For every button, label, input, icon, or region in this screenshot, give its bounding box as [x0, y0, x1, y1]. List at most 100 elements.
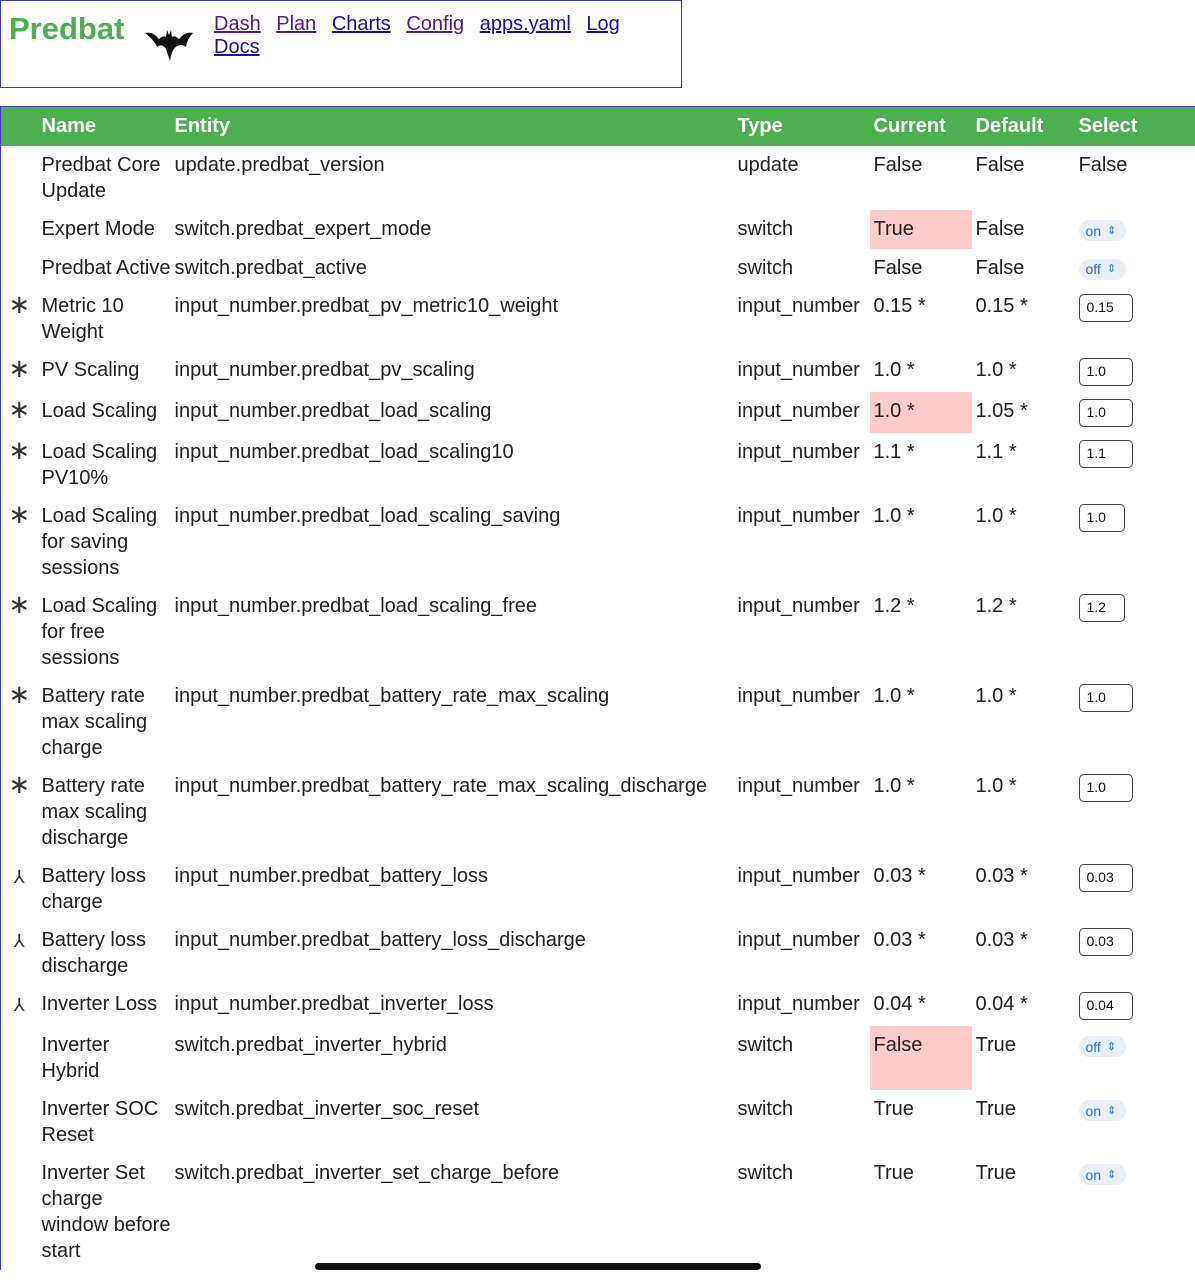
number-input[interactable]: 1.0: [1078, 684, 1133, 712]
bat-icon: [145, 30, 193, 61]
table-row: Predbat Active switch.predbat_active switc…: [1, 249, 1195, 288]
row-select-cell: 0.03: [1075, 857, 1195, 921]
row-type: switch: [737, 1034, 794, 1056]
row-entity: input_number.predbat_load_scaling_saving: [174, 505, 561, 527]
row-type: input_number: [737, 441, 860, 463]
row-current: True: [869, 210, 972, 249]
switch-select[interactable]: on ⇕: [1078, 220, 1127, 241]
header-box: Predbat Dash Plan Charts Config apps.yam…: [0, 0, 682, 88]
row-current: 1.1 *: [873, 441, 915, 463]
asterisk-icon: ∗: [8, 289, 31, 319]
table-row: Predbat Core Update update.predbat_versio…: [1, 146, 1195, 210]
row-entity: input_number.predbat_inverter_loss: [174, 993, 494, 1015]
row-name: Load Scaling for free sessions: [41, 595, 158, 669]
asterisk-icon: ∗: [8, 499, 31, 529]
updown-chevron-icon: ⇕: [1107, 1104, 1117, 1117]
switch-select[interactable]: on ⇕: [1078, 1100, 1127, 1121]
switch-select[interactable]: off ⇕: [1078, 258, 1127, 280]
row-name: Load Scaling: [41, 400, 158, 422]
row-default: False: [975, 218, 1025, 240]
number-input[interactable]: 1.0: [1078, 399, 1133, 427]
number-input[interactable]: 0.03: [1078, 864, 1133, 892]
row-current: True: [873, 1162, 914, 1184]
row-entity: input_number.predbat_load_scaling: [174, 400, 492, 422]
brand-title: Predbat: [9, 11, 125, 46]
row-type: input_number: [737, 865, 860, 887]
row-select-cell: on ⇕: [1075, 1090, 1195, 1154]
number-input[interactable]: 0.04: [1078, 992, 1133, 1020]
row-name: Inverter Hybrid: [41, 1034, 110, 1082]
row-type: input_number: [737, 685, 860, 707]
row-entity: input_number.predbat_pv_metric10_weight: [174, 295, 559, 317]
row-entity: input_number.predbat_battery_rate_max_sc…: [174, 685, 610, 707]
row-current: True: [873, 1098, 914, 1120]
number-input[interactable]: 1.2: [1078, 594, 1125, 622]
row-icon-cell: ∗: [1, 287, 38, 351]
nav-dash[interactable]: Dash: [214, 13, 261, 35]
table-row: ∗ Load Scaling input_number.predbat_load_s…: [1, 392, 1195, 433]
row-current: 0.04 *: [873, 993, 926, 1015]
row-entity: input_number.predbat_battery_loss_discha…: [174, 929, 586, 951]
row-name: Battery rate max scaling discharge: [41, 775, 148, 849]
row-default: True: [975, 1034, 1016, 1056]
table-row: ⅄ Inverter Loss input_number.predbat_inver…: [1, 985, 1195, 1026]
row-name: Metric 10 Weight: [41, 295, 124, 343]
row-current: 1.0 *: [873, 775, 915, 797]
table-row: ∗ Metric 10 Weight input_number.predbat_pv…: [1, 287, 1195, 351]
row-type: input_number: [737, 993, 860, 1015]
header-select: Select: [1074, 106, 1195, 146]
nav-config[interactable]: Config: [406, 13, 464, 35]
row-entity: switch.predbat_inverter_set_charge_befor…: [174, 1162, 560, 1184]
row-default: 0.04 *: [975, 993, 1028, 1015]
number-input[interactable]: 1.0: [1078, 358, 1133, 386]
switch-select[interactable]: off ⇕: [1078, 1036, 1127, 1057]
number-input[interactable]: 0.15: [1078, 294, 1133, 322]
row-icon-cell: [1, 249, 38, 288]
row-entity: switch.predbat_inverter_hybrid: [174, 1034, 447, 1056]
row-default: True: [975, 1098, 1016, 1120]
row-default: 1.2 *: [975, 595, 1017, 617]
row-default: 1.1 *: [975, 441, 1017, 463]
row-type: switch: [737, 1162, 794, 1184]
row-icon-cell: ∗: [1, 351, 38, 392]
nav-apps-yaml[interactable]: apps.yaml: [480, 13, 571, 35]
number-input[interactable]: 1.0: [1078, 774, 1133, 802]
row-entity: switch.predbat_active: [174, 256, 367, 279]
row-select-cell: 1.0: [1075, 351, 1195, 392]
table-row: ∗ Load Scaling PV10% input_number.predbat_…: [1, 433, 1195, 497]
row-select-cell: on ⇕: [1075, 1154, 1195, 1270]
loss-icon: ⅄: [13, 995, 25, 1015]
row-select-cell: 1.2: [1075, 587, 1195, 677]
row-icon-cell: ∗: [1, 392, 38, 433]
row-icon-cell: [1, 1154, 38, 1270]
nav-plan[interactable]: Plan: [276, 13, 316, 35]
row-icon-cell: [1, 146, 38, 210]
table-body: Predbat Core Update update.predbat_versio…: [1, 146, 1195, 1270]
row-current: 1.0 *: [873, 359, 915, 381]
row-current: 0.03 *: [873, 865, 926, 887]
header-icon-col: [0, 106, 38, 146]
row-select-cell: 0.04: [1075, 985, 1195, 1026]
switch-select[interactable]: on ⇕: [1078, 1164, 1127, 1185]
row-type: update: [737, 154, 799, 176]
table-row: ∗ Load Scaling for free sessions input_num…: [1, 587, 1195, 677]
nav-charts[interactable]: Charts: [332, 13, 391, 35]
nav-docs[interactable]: Docs: [214, 36, 260, 58]
row-name: Predbat Active: [41, 256, 171, 279]
nav-log[interactable]: Log: [586, 13, 619, 35]
row-type: switch: [737, 256, 794, 279]
updown-chevron-icon: ⇕: [1106, 263, 1117, 275]
switch-select-value: on: [1085, 1102, 1102, 1119]
number-input[interactable]: 1.0: [1078, 504, 1125, 532]
row-name: Inverter SOC Reset: [41, 1098, 159, 1146]
number-input[interactable]: 0.03: [1078, 928, 1133, 956]
asterisk-icon: ∗: [8, 769, 31, 799]
row-type: input_number: [737, 359, 860, 381]
table-row: ⅄ Battery loss discharge input_number.pred…: [1, 921, 1195, 985]
row-entity: input_number.predbat_pv_scaling: [174, 359, 475, 381]
updown-chevron-icon: ⇕: [1106, 1040, 1117, 1053]
number-input[interactable]: 1.1: [1078, 440, 1133, 468]
row-type: input_number: [737, 929, 860, 951]
row-default: 0.03 *: [975, 865, 1028, 887]
asterisk-icon: ∗: [8, 435, 31, 465]
